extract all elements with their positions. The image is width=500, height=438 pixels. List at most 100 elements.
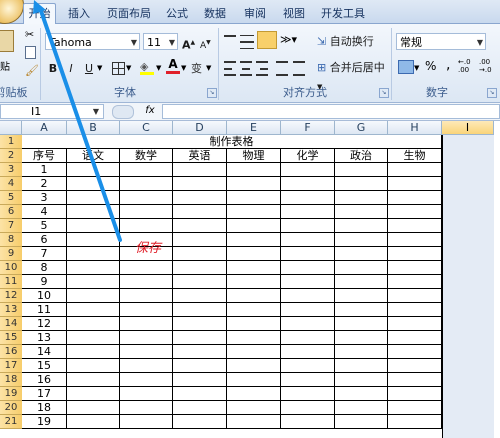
- table-cell[interactable]: [67, 247, 120, 261]
- table-cell[interactable]: [388, 387, 442, 401]
- office-button[interactable]: [0, 0, 24, 24]
- table-cell[interactable]: [335, 275, 388, 289]
- paste-button[interactable]: 粘贴: [0, 28, 20, 78]
- table-cell[interactable]: [388, 303, 442, 317]
- table-cell[interactable]: [173, 289, 227, 303]
- table-cell[interactable]: [335, 219, 388, 233]
- table-cell[interactable]: [388, 345, 442, 359]
- column-header-H[interactable]: H: [388, 121, 442, 135]
- table-cell[interactable]: [227, 233, 281, 247]
- table-cell[interactable]: [120, 205, 173, 219]
- table-cell[interactable]: [67, 261, 120, 275]
- table-cell[interactable]: [67, 373, 120, 387]
- table-cell[interactable]: [120, 303, 173, 317]
- header-cell[interactable]: 化学: [281, 149, 335, 163]
- table-cell[interactable]: [335, 331, 388, 345]
- column-header-I[interactable]: I: [442, 121, 494, 135]
- table-cell[interactable]: [67, 233, 120, 247]
- row-header-21[interactable]: 21: [0, 415, 22, 429]
- grow-font-button[interactable]: A▲: [181, 33, 199, 53]
- row-header-20[interactable]: 20: [0, 401, 22, 415]
- table-cell[interactable]: [173, 401, 227, 415]
- table-cell[interactable]: [67, 163, 120, 177]
- decrease-decimal-button[interactable]: .00 →.0: [479, 58, 499, 74]
- format-painter-icon[interactable]: 🖌: [25, 64, 39, 77]
- table-cell[interactable]: [173, 205, 227, 219]
- table-cell[interactable]: [173, 247, 227, 261]
- chevron-down-icon[interactable]: ▼: [414, 64, 419, 72]
- table-cell[interactable]: [173, 219, 227, 233]
- row-header-10[interactable]: 10: [0, 261, 22, 275]
- serial-cell[interactable]: 3: [22, 191, 67, 205]
- table-cell[interactable]: [281, 303, 335, 317]
- header-cell[interactable]: 数学: [120, 149, 173, 163]
- table-cell[interactable]: [227, 331, 281, 345]
- table-cell[interactable]: [227, 219, 281, 233]
- serial-cell[interactable]: 9: [22, 275, 67, 289]
- table-cell[interactable]: [173, 387, 227, 401]
- currency-icon[interactable]: [398, 60, 414, 74]
- font-size-dropdown[interactable]: 11 ▼: [143, 33, 178, 50]
- row-header-16[interactable]: 16: [0, 345, 22, 359]
- serial-cell[interactable]: 14: [22, 345, 67, 359]
- table-cell[interactable]: [281, 289, 335, 303]
- table-cell[interactable]: [281, 373, 335, 387]
- select-all-corner[interactable]: [0, 121, 22, 135]
- column-header-A[interactable]: A: [22, 121, 67, 135]
- table-cell[interactable]: [67, 359, 120, 373]
- column-header-B[interactable]: B: [67, 121, 120, 135]
- row-header-18[interactable]: 18: [0, 373, 22, 387]
- table-cell[interactable]: [227, 191, 281, 205]
- header-cell[interactable]: 语文: [67, 149, 120, 163]
- serial-cell[interactable]: 6: [22, 233, 67, 247]
- table-cell[interactable]: [281, 205, 335, 219]
- align-center-icon[interactable]: [240, 61, 252, 76]
- table-cell[interactable]: [335, 205, 388, 219]
- font-dialog-launcher-icon[interactable]: ↘: [207, 88, 217, 98]
- row-header-11[interactable]: 11: [0, 275, 22, 289]
- worksheet-grid[interactable]: ABCDEFGHI 1 2 序号 语文 数学 英语 物理 化学 政治 生物 3 1 4 2 5 3 6 4 7 5 8 6…: [0, 121, 500, 438]
- phonetic-button[interactable]: 变: [191, 60, 202, 76]
- serial-cell[interactable]: 19: [22, 415, 67, 429]
- borders-icon[interactable]: [112, 62, 125, 75]
- tab-view[interactable]: 视图: [277, 4, 311, 23]
- table-cell[interactable]: [227, 359, 281, 373]
- increase-decimal-button[interactable]: ←.0 .00: [458, 58, 478, 74]
- table-cell[interactable]: [227, 247, 281, 261]
- row-header-19[interactable]: 19: [0, 387, 22, 401]
- table-cell[interactable]: [281, 233, 335, 247]
- number-dialog-launcher-icon[interactable]: ↘: [487, 88, 497, 98]
- table-cell[interactable]: [173, 191, 227, 205]
- underline-button[interactable]: U: [81, 59, 97, 79]
- table-cell[interactable]: [335, 247, 388, 261]
- shrink-font-button[interactable]: A▼: [199, 33, 217, 53]
- table-cell[interactable]: [281, 317, 335, 331]
- column-header-C[interactable]: C: [120, 121, 173, 135]
- column-header-E[interactable]: E: [227, 121, 281, 135]
- table-cell[interactable]: [120, 373, 173, 387]
- merge-center-button[interactable]: ⊞ 合并后居中 ▼: [316, 58, 393, 91]
- serial-cell[interactable]: 13: [22, 331, 67, 345]
- table-cell[interactable]: [388, 401, 442, 415]
- tab-page-layout[interactable]: 页面布局: [102, 4, 156, 23]
- table-cell[interactable]: [335, 177, 388, 191]
- tab-home[interactable]: 开始: [23, 3, 56, 24]
- font-name-dropdown[interactable]: Tahoma ▼: [45, 33, 140, 50]
- row-header-8[interactable]: 8: [0, 233, 22, 247]
- table-cell[interactable]: [388, 247, 442, 261]
- table-cell[interactable]: [335, 163, 388, 177]
- tab-data[interactable]: 数据: [198, 4, 232, 23]
- table-cell[interactable]: [281, 415, 335, 429]
- row-header-3[interactable]: 3: [0, 163, 22, 177]
- table-cell[interactable]: [173, 415, 227, 429]
- table-cell[interactable]: [67, 415, 120, 429]
- decrease-indent-icon[interactable]: [276, 61, 288, 76]
- chevron-down-icon[interactable]: ▼: [126, 64, 131, 72]
- table-cell[interactable]: [120, 401, 173, 415]
- row-header-14[interactable]: 14: [0, 317, 22, 331]
- percent-button[interactable]: %: [425, 59, 436, 73]
- table-cell[interactable]: [281, 219, 335, 233]
- header-cell[interactable]: 英语: [173, 149, 227, 163]
- table-cell[interactable]: [335, 373, 388, 387]
- table-cell[interactable]: [388, 205, 442, 219]
